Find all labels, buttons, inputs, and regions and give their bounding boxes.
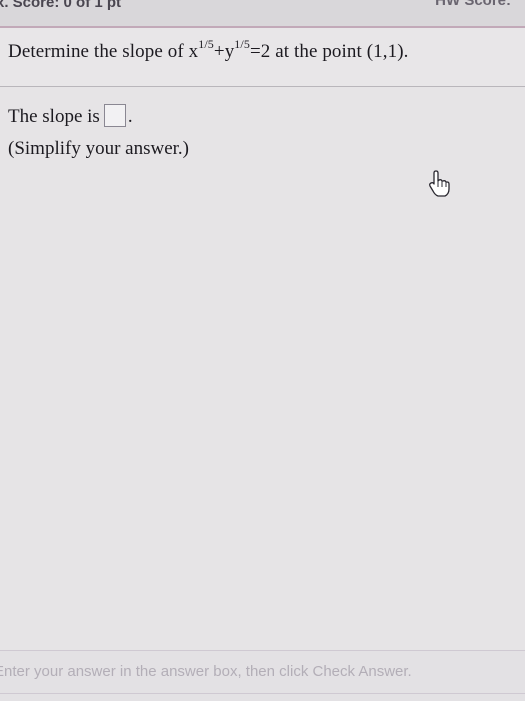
exponent-x: 1/5 [198,37,214,51]
score-header: x. Score: 0 of 1 pt HW Score: [0,0,525,28]
question-panel: Determine the slope of x1/5+y1/5=2 at th… [0,28,525,87]
homework-score: HW Score: [435,0,511,9]
answer-row: The slope is. [8,104,133,127]
answer-prompt: The slope is [8,106,100,127]
pointer-hand-icon [429,170,450,197]
footer-instruction: Enter your answer in the answer box, the… [0,663,412,680]
question-score: x. Score: 0 of 1 pt [0,0,122,11]
question-text: Determine the slope of x1/5+y1/5=2 at th… [8,37,409,62]
instruction-footer: Enter your answer in the answer box, the… [0,650,525,701]
simplify-hint: (Simplify your answer.) [8,138,190,159]
exponent-y: 1/5 [234,37,250,51]
footer-divider [0,693,525,694]
slope-answer-input[interactable] [103,104,126,127]
